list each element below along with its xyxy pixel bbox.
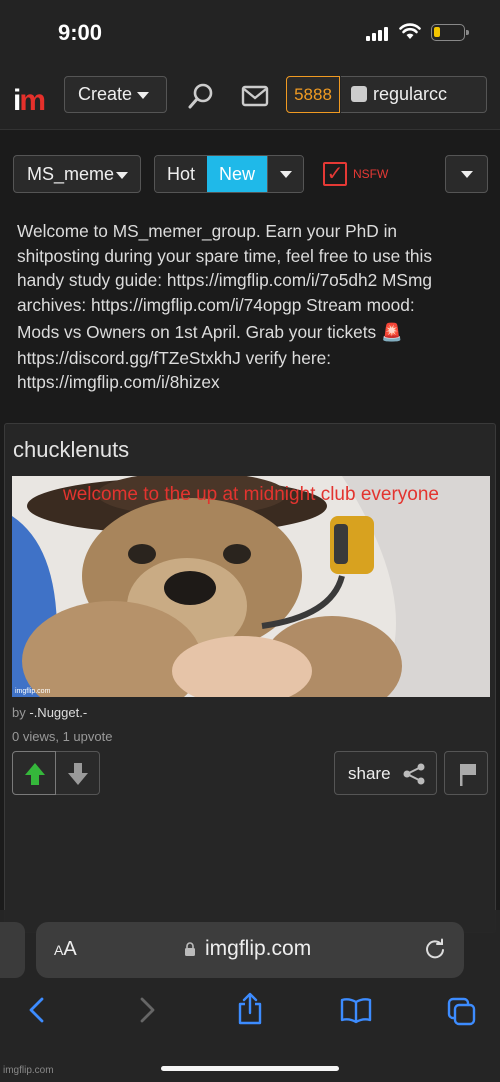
image-watermark: imgflip.com (15, 688, 51, 695)
status-bar: 9:00 (0, 0, 500, 64)
forward-icon[interactable] (134, 996, 158, 1024)
mail-icon[interactable] (241, 84, 269, 108)
sort-dropdown-button[interactable] (267, 156, 304, 192)
back-icon[interactable] (26, 996, 50, 1024)
chevron-down-icon (280, 171, 293, 178)
sort-hot-button[interactable]: Hot (155, 156, 208, 192)
chevron-down-icon (116, 172, 128, 179)
share-sheet-icon[interactable] (236, 992, 264, 1026)
points-badge[interactable]: 5888 (286, 76, 340, 113)
reader-settings-button[interactable]: AA (54, 938, 77, 961)
create-menu-button[interactable]: Create (64, 76, 167, 113)
meme-caption: welcome to the up at midnight club every… (63, 484, 439, 505)
nsfw-checkbox[interactable]: ✓ (323, 162, 347, 186)
reload-icon[interactable] (424, 938, 446, 960)
share-icon (403, 763, 425, 785)
previous-tab-peek[interactable] (0, 922, 25, 978)
tabs-icon[interactable] (446, 996, 478, 1028)
cellular-signal-icon (366, 26, 388, 41)
bottom-watermark: imgflip.com (3, 1065, 54, 1076)
puzzle-icon (351, 86, 367, 102)
imgflip-logo[interactable]: im (13, 84, 46, 118)
post-card: chucklenuts welcome to the up at midnigh… (4, 423, 496, 933)
post-title[interactable]: chucklenuts (13, 437, 129, 463)
bookmarks-icon[interactable] (339, 996, 373, 1024)
home-indicator[interactable] (161, 1066, 339, 1071)
flag-button[interactable] (444, 751, 488, 795)
lock-icon (185, 942, 195, 956)
username: regularcc (373, 84, 448, 104)
user-menu-button[interactable]: regularcc (341, 76, 487, 113)
site-header: im Create 5888 regularcc (0, 64, 500, 130)
search-icon[interactable] (187, 82, 215, 110)
arrow-down-icon (68, 763, 88, 785)
upvote-button[interactable] (12, 751, 56, 795)
stream-description: Welcome to MS_memer_group. Earn your PhD… (17, 221, 432, 392)
address-bar[interactable]: AA imgflip.com (36, 922, 464, 978)
post-stats: 0 views, 1 upvote (12, 729, 113, 744)
more-options-dropdown[interactable] (445, 155, 488, 193)
battery-icon (431, 24, 469, 41)
meme-image[interactable]: welcome to the up at midnight club every… (12, 476, 490, 697)
chevron-down-icon (461, 171, 473, 178)
chevron-down-icon (137, 91, 150, 99)
post-byline: by -.Nugget.- (12, 705, 88, 720)
stream-select[interactable]: MS_meme (13, 155, 141, 193)
sort-toggle: Hot New (154, 155, 305, 193)
flag-icon (460, 764, 476, 786)
nsfw-label: NSFW (353, 167, 389, 181)
sort-new-button[interactable]: New (207, 156, 268, 192)
status-time: 9:00 (58, 20, 103, 45)
downvote-button[interactable] (56, 751, 100, 795)
wifi-icon (399, 23, 421, 39)
arrow-up-icon (25, 763, 45, 785)
author-link[interactable]: -.Nugget.- (29, 705, 87, 720)
create-label: Create (78, 84, 133, 104)
stream-select-value: MS_meme (27, 164, 115, 184)
meme-illustration (12, 476, 490, 697)
share-label: share (348, 764, 391, 783)
browser-toolbar: AA imgflip.com (0, 910, 500, 1082)
share-button[interactable]: share (334, 751, 437, 795)
url-text: imgflip.com (205, 937, 312, 960)
